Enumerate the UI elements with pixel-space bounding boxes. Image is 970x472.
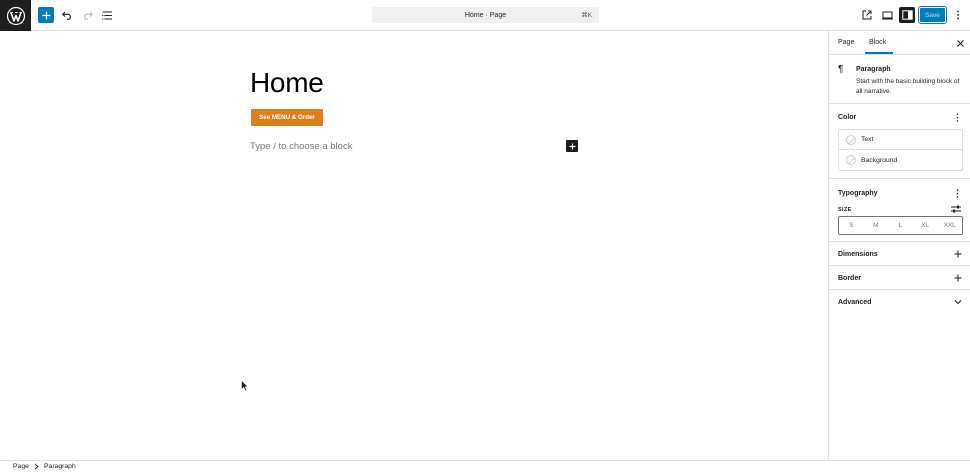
size-option-l[interactable]: L bbox=[888, 222, 913, 229]
tab-page[interactable]: Page bbox=[838, 39, 854, 46]
more-vertical-icon bbox=[956, 188, 958, 198]
active-tab-indicator bbox=[865, 52, 893, 54]
border-panel[interactable]: Border bbox=[829, 266, 970, 290]
color-option-label: Background bbox=[861, 156, 898, 164]
save-button[interactable]: Save bbox=[918, 6, 947, 24]
empty-swatch-icon bbox=[846, 155, 856, 165]
block-inserter-button[interactable] bbox=[38, 7, 54, 23]
page-title[interactable]: Home bbox=[250, 67, 324, 99]
desktop-icon bbox=[881, 11, 893, 19]
empty-swatch-icon bbox=[846, 134, 856, 145]
size-option-xxl[interactable]: XXL bbox=[937, 222, 962, 229]
document-overview-button[interactable] bbox=[99, 7, 115, 23]
color-options-button[interactable] bbox=[953, 112, 961, 122]
menu-order-button[interactable]: See MENU & Order bbox=[251, 109, 323, 126]
block-breadcrumb: Page Paragraph bbox=[0, 460, 970, 472]
chevron-right-icon bbox=[34, 463, 39, 470]
settings-toggle-button[interactable] bbox=[899, 7, 915, 23]
empty-paragraph-placeholder[interactable]: Type / to choose a block bbox=[250, 141, 352, 152]
color-option-label: Text bbox=[861, 136, 874, 143]
breadcrumb-item-page[interactable]: Page bbox=[13, 463, 29, 470]
redo-icon bbox=[83, 11, 93, 20]
dimensions-panel-title: Dimensions bbox=[838, 251, 878, 258]
block-description: Start with the basic building block of a… bbox=[856, 78, 960, 95]
close-icon bbox=[956, 39, 964, 47]
typography-panel: Typography SIZE S M L XL XXL bbox=[829, 179, 970, 242]
font-size-picker: S M L XL XXL bbox=[838, 216, 963, 235]
block-name: Paragraph bbox=[856, 66, 891, 73]
color-panel: Color Text Background bbox=[829, 104, 970, 179]
document-title: Home · Page bbox=[464, 11, 507, 19]
dimensions-panel[interactable]: Dimensions bbox=[829, 242, 970, 266]
text-color-option[interactable]: Text bbox=[839, 130, 962, 150]
breadcrumb-item-paragraph: Paragraph bbox=[44, 463, 76, 470]
external-link-icon bbox=[862, 10, 872, 20]
more-vertical-icon bbox=[956, 112, 958, 122]
settings-sidebar: Page Block ¶ Paragraph Start with the ba… bbox=[828, 31, 970, 460]
view-page-button[interactable] bbox=[859, 7, 875, 23]
options-button[interactable] bbox=[950, 7, 966, 23]
size-option-s[interactable]: S bbox=[839, 222, 864, 229]
device-preview-button[interactable] bbox=[879, 7, 895, 23]
size-option-xl[interactable]: XL bbox=[913, 222, 938, 229]
tab-block[interactable]: Block bbox=[869, 39, 886, 46]
block-card: ¶ Paragraph Start with the basic buildin… bbox=[829, 55, 970, 104]
add-border-button[interactable] bbox=[953, 273, 962, 282]
chevron-down-icon[interactable] bbox=[953, 297, 962, 306]
more-vertical-icon bbox=[957, 10, 959, 20]
typography-panel-title: Typography bbox=[838, 190, 878, 197]
close-sidebar-button[interactable] bbox=[955, 38, 965, 48]
plus-icon bbox=[569, 143, 575, 149]
redo-button[interactable] bbox=[79, 7, 95, 23]
color-settings-group: Text Background bbox=[838, 129, 963, 171]
border-panel-title: Border bbox=[838, 275, 861, 282]
size-option-m[interactable]: M bbox=[864, 222, 889, 229]
undo-icon bbox=[61, 11, 71, 20]
advanced-panel[interactable]: Advanced bbox=[829, 290, 970, 314]
paragraph-icon: ¶ bbox=[838, 64, 844, 75]
advanced-panel-title: Advanced bbox=[838, 299, 872, 306]
keyboard-shortcut: ⌘K bbox=[581, 12, 592, 19]
undo-button[interactable] bbox=[59, 7, 75, 23]
typography-options-button[interactable] bbox=[953, 188, 961, 198]
custom-size-settings-icon[interactable] bbox=[951, 205, 961, 213]
font-size-label: SIZE bbox=[838, 207, 852, 213]
wordpress-logo-icon[interactable] bbox=[0, 0, 31, 31]
color-panel-title: Color bbox=[838, 114, 857, 121]
mouse-cursor-icon bbox=[241, 380, 249, 392]
background-color-option[interactable]: Background bbox=[839, 150, 962, 170]
add-dimensions-button[interactable] bbox=[953, 249, 962, 258]
sidebar-icon bbox=[901, 10, 913, 20]
list-view-icon bbox=[101, 10, 112, 20]
inline-inserter-button[interactable] bbox=[566, 140, 578, 152]
plus-icon bbox=[954, 250, 961, 257]
editor-canvas[interactable]: Home See MENU & Order Type / to choose a… bbox=[0, 31, 828, 460]
sidebar-tabs: Page Block bbox=[829, 31, 970, 55]
plus-icon bbox=[42, 11, 50, 19]
plus-icon bbox=[954, 274, 961, 281]
command-palette-bar[interactable]: Home · Page ⌘K bbox=[372, 7, 599, 23]
editor-header: Home · Page ⌘K Save bbox=[0, 0, 970, 31]
